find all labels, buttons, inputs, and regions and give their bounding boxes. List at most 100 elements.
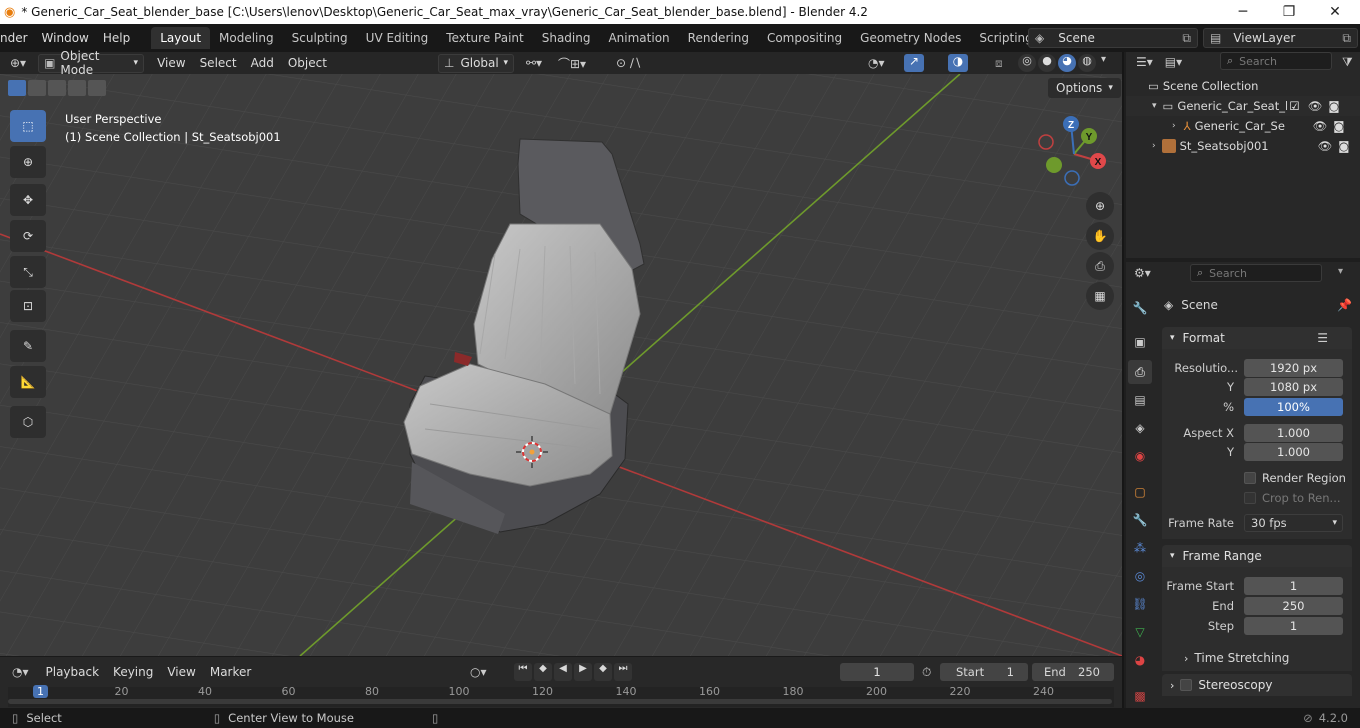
object-tab-icon[interactable]: ▢ (1128, 480, 1152, 504)
constraints-tab-icon[interactable]: ⛓ (1128, 592, 1152, 616)
move-tool[interactable]: ✥ (10, 184, 46, 216)
tab-shading[interactable]: Shading (533, 27, 600, 49)
snap-icon[interactable]: ⌒⊞▾ (558, 55, 586, 72)
wireframe-shading-icon[interactable]: ◎ (1018, 54, 1036, 72)
play-icon[interactable]: ▶ (574, 663, 592, 681)
select-subtract-icon[interactable] (48, 80, 66, 96)
stopwatch-icon[interactable]: ⏱ (922, 665, 931, 680)
annotate-tool[interactable]: ✎ (10, 330, 46, 362)
frame-rate-dropdown[interactable]: 30 fps ▾ (1244, 514, 1343, 532)
playhead-frame-label[interactable]: 1 (33, 685, 48, 698)
tab-uv-editing[interactable]: UV Editing (357, 27, 438, 49)
options-button[interactable]: Options ▾ (1048, 78, 1121, 98)
scale-tool[interactable]: ⤡ (10, 256, 46, 288)
rendered-shading-icon[interactable]: ◍ (1078, 54, 1096, 72)
select-extend-icon[interactable] (28, 80, 46, 96)
shading-options-icon[interactable]: ▾ (1101, 54, 1106, 72)
stereoscopy-panel-header[interactable]: › Stereoscopy (1162, 674, 1352, 696)
output-tab-icon[interactable]: ⎙ (1128, 360, 1152, 384)
presets-icon[interactable]: ☰ (1317, 331, 1328, 345)
editor-type-icon[interactable]: ⊕▾ (10, 56, 26, 70)
menu-window[interactable]: Window (35, 31, 96, 45)
crop-checkbox[interactable]: Crop to Ren... (1244, 491, 1341, 505)
menu-object[interactable]: Object (281, 56, 334, 70)
outliner-row-armature[interactable]: › ⅄ Generic_Car_Se 👁 ◙ (1126, 116, 1360, 136)
scene-selector[interactable]: ◈ Scene ⧉ (1028, 28, 1198, 48)
material-shading-icon[interactable]: ◕ (1058, 54, 1076, 72)
camera-icon[interactable]: ◙ (1338, 139, 1349, 153)
frame-end-field[interactable]: 250 (1244, 597, 1343, 615)
transform-tool[interactable]: ⊡ (10, 290, 46, 322)
eye-icon[interactable]: 👁 (1318, 139, 1333, 153)
timeline-editor-icon[interactable]: ◔▾ (12, 665, 29, 679)
data-tab-icon[interactable]: ▽ (1128, 620, 1152, 644)
chevron-down-icon[interactable]: ▾ (1152, 101, 1157, 111)
add-cube-tool[interactable]: ⬡ (10, 406, 46, 438)
cursor-tool[interactable]: ⊕ (10, 146, 46, 178)
timeline-ruler[interactable]: 1 20 40 60 80 100 120 140 160 180 200 220 240 (8, 685, 1114, 707)
render-tab-icon[interactable]: ▣ (1128, 330, 1152, 354)
perspective-toggle-icon[interactable]: ▦ (1086, 282, 1114, 310)
select-intersect-icon[interactable] (88, 80, 106, 96)
tab-geometry-nodes[interactable]: Geometry Nodes (851, 27, 970, 49)
eye-icon[interactable]: 👁 (1313, 119, 1328, 133)
play-reverse-icon[interactable]: ◀ (554, 663, 572, 681)
end-frame-field[interactable]: End 250 (1032, 663, 1114, 681)
gizmo-toggle-icon[interactable]: ↗ (904, 54, 924, 72)
new-scene-icon[interactable]: ⧉ (1182, 31, 1191, 46)
menu-keying[interactable]: Keying (106, 665, 160, 679)
solid-shading-icon[interactable]: ● (1038, 54, 1056, 72)
material-tab-icon[interactable]: ◕ (1128, 648, 1152, 672)
rotate-tool[interactable]: ⟳ (10, 220, 46, 252)
outliner-row-scene-collection[interactable]: ▭ Scene Collection (1126, 76, 1360, 96)
viewlayer-selector[interactable]: ▤ ViewLayer ⧉ (1203, 28, 1358, 48)
tool-tab-icon[interactable]: 🔧 (1128, 296, 1152, 320)
auto-key-icon[interactable]: ○▾ (470, 665, 487, 679)
tab-animation[interactable]: Animation (599, 27, 678, 49)
outliner-row-collection[interactable]: ▾ ▭ Generic_Car_Seat_l ☑ 👁 ◙ (1126, 96, 1360, 116)
jump-end-icon[interactable]: ⏭ (614, 663, 632, 681)
chevron-right-icon[interactable]: › (1172, 121, 1176, 131)
aspect-x-field[interactable]: 1.000 (1244, 424, 1343, 442)
select-box-tool[interactable]: ⬚ (10, 110, 46, 142)
select-new-icon[interactable] (8, 80, 26, 96)
render-region-checkbox[interactable]: Render Region (1244, 471, 1346, 485)
outliner-editor-icon[interactable]: ☰▾ (1136, 55, 1153, 69)
frame-start-field[interactable]: 1 (1244, 577, 1343, 595)
menu-help[interactable]: Help (96, 31, 137, 45)
tab-texture-paint[interactable]: Texture Paint (437, 27, 532, 49)
maximize-button[interactable]: ❐ (1266, 0, 1312, 24)
camera-view-icon[interactable]: ⎙ (1086, 252, 1114, 280)
frame-step-field[interactable]: 1 (1244, 617, 1343, 635)
chevron-down-icon[interactable]: ▾ (1338, 266, 1343, 277)
frame-range-panel-header[interactable]: ▾ Frame Range (1162, 545, 1352, 567)
xray-icon[interactable]: ⧈ (995, 56, 1003, 71)
minimize-button[interactable]: ─ (1220, 0, 1266, 24)
proportional-editing-icon[interactable]: ⊙ ∕∖ (616, 56, 642, 70)
zoom-icon[interactable]: ⊕ (1086, 192, 1114, 220)
properties-search[interactable]: ⌕ Search (1190, 264, 1322, 282)
resolution-x-field[interactable]: 1920 px (1244, 359, 1343, 377)
pan-hand-icon[interactable]: ✋ (1086, 222, 1114, 250)
camera-icon[interactable]: ◙ (1328, 99, 1339, 113)
tab-modeling[interactable]: Modeling (210, 27, 283, 49)
pivot-icon[interactable]: ⚯▾ (526, 56, 542, 70)
menu-timeline-view[interactable]: View (160, 665, 202, 679)
modifier-tab-icon[interactable]: 🔧 (1128, 508, 1152, 532)
physics-tab-icon[interactable]: ◎ (1128, 564, 1152, 588)
close-window-button[interactable]: ✕ (1312, 0, 1358, 24)
orientation-dropdown[interactable]: ⊥ Global ▾ (438, 53, 514, 73)
start-frame-field[interactable]: Start 1 (940, 663, 1028, 681)
format-panel-header[interactable]: ▾ Format ☰ (1162, 327, 1352, 349)
tab-rendering[interactable]: Rendering (679, 27, 758, 49)
timeline-scrollbar[interactable] (8, 699, 1112, 704)
menu-select[interactable]: Select (193, 56, 244, 70)
stereoscopy-check-icon[interactable] (1180, 679, 1193, 691)
tab-layout[interactable]: Layout (151, 27, 211, 49)
next-keyframe-icon[interactable]: ◆ (594, 663, 612, 681)
eye-icon[interactable]: 👁 (1308, 99, 1323, 113)
resolution-percent-slider[interactable]: 100% (1244, 398, 1343, 416)
view-layer-tab-icon[interactable]: ▤ (1128, 388, 1152, 412)
menu-view[interactable]: View (150, 56, 192, 70)
overlay-toggle-icon[interactable]: ◑ (948, 54, 968, 72)
